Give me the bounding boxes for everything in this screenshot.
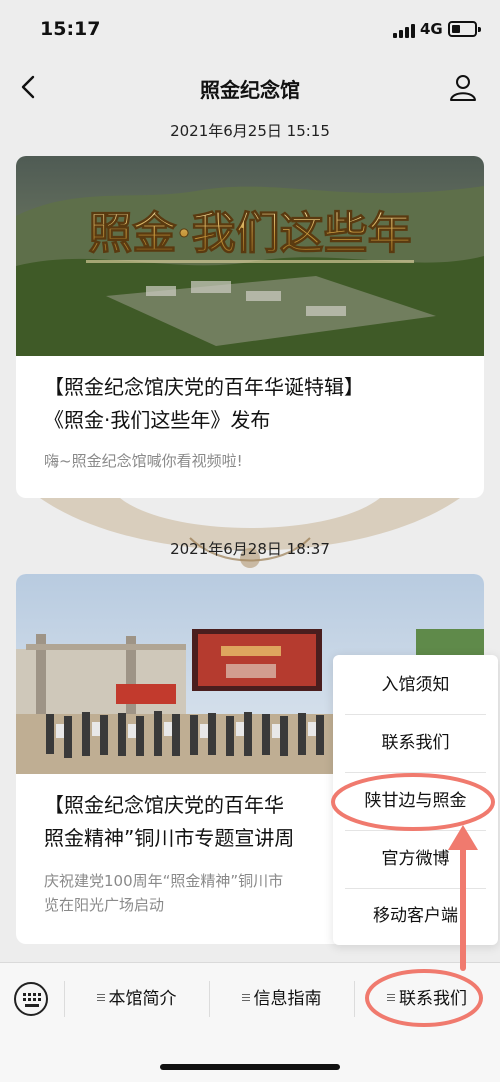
profile-button[interactable] xyxy=(448,72,478,102)
status-time: 15:17 xyxy=(40,18,101,40)
keyboard-icon[interactable] xyxy=(14,982,48,1016)
submenu-item-mobile-client[interactable]: 移动客户端 xyxy=(333,888,498,945)
submenu-item-shaanganbian-zhaojin[interactable]: 陕甘边与照金 xyxy=(333,773,498,830)
home-indicator xyxy=(160,1064,340,1070)
menu-lines-icon xyxy=(96,993,105,1001)
article-cover-image: 照金·我们这些年 xyxy=(16,156,484,356)
article-description: 嗨~照金纪念馆喊你看视频啦! xyxy=(44,452,243,470)
network-type: 4G xyxy=(420,20,443,38)
person-icon xyxy=(450,75,476,101)
page-title: 照金纪念馆 xyxy=(200,78,300,102)
signal-icon xyxy=(393,24,415,38)
message-timestamp: 2021年6月25日 15:15 xyxy=(170,122,330,140)
tab-info-guide[interactable]: 信息指南 xyxy=(209,963,354,1035)
menu-lines-icon xyxy=(387,993,395,1001)
tab-museum-intro[interactable]: 本馆简介 xyxy=(64,963,209,1035)
status-bar: 15:17 4G xyxy=(0,0,500,58)
tab-label: 本馆简介 xyxy=(108,989,177,1009)
submenu-item-visitor-notice[interactable]: 入馆须知 xyxy=(333,657,498,714)
tab-label: 联系我们 xyxy=(399,989,467,1009)
article-title: 【照金纪念馆庆党的百年华诞特辑】 《照金·我们这些年》发布 xyxy=(44,375,364,432)
article-card[interactable]: 照金·我们这些年 【照金纪念馆庆党的百年华诞特辑】 《照金·我们这些年》发布 嗨… xyxy=(16,156,484,498)
submenu-item-contact-us[interactable]: 联系我们 xyxy=(333,715,498,772)
menu-lines-icon xyxy=(241,993,250,1001)
nav-bar: 照金纪念馆 xyxy=(0,58,500,118)
submenu-item-official-weibo[interactable]: 官方微博 xyxy=(333,831,498,888)
submenu-popup: 入馆须知 联系我们 陕甘边与照金 官方微博 移动客户端 xyxy=(333,655,498,945)
tab-contact-us[interactable]: 联系我们 xyxy=(354,963,500,1035)
message-timestamp: 2021年6月28日 18:37 xyxy=(170,540,330,558)
tab-label: 信息指南 xyxy=(253,989,322,1009)
battery-icon xyxy=(448,21,481,37)
cover-image-caption: 照金·我们这些年 xyxy=(88,208,411,259)
